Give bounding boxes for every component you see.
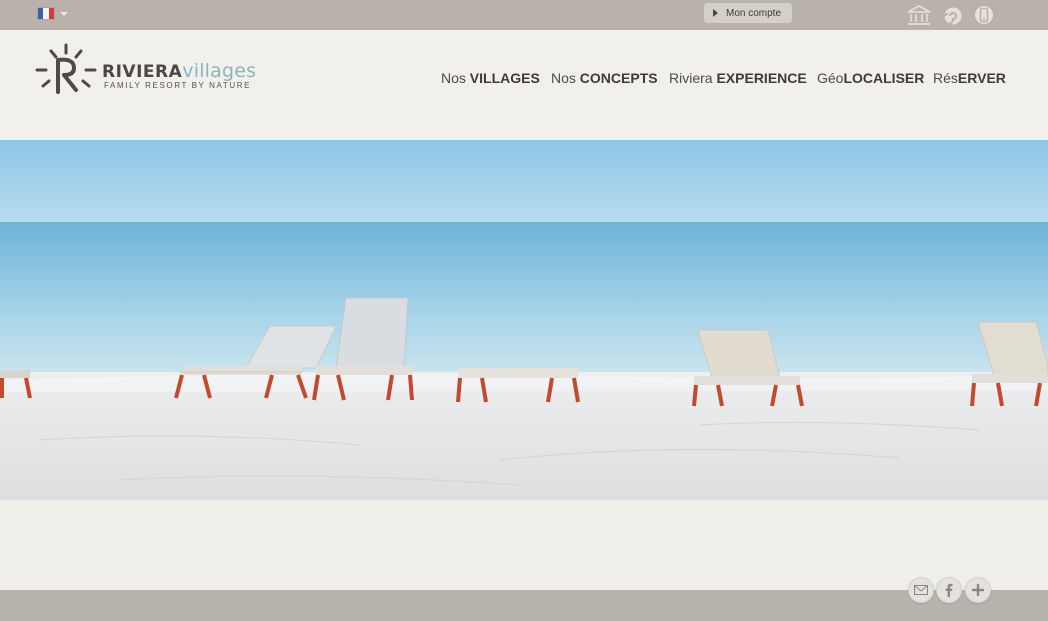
plus-icon: [972, 584, 984, 596]
mail-icon: [914, 585, 928, 595]
nav-bold: EXPERIENCE: [716, 70, 807, 86]
nav-bold: CONCEPTS: [579, 70, 658, 86]
institution-icon[interactable]: [906, 4, 932, 26]
mobile-icon[interactable]: [973, 3, 995, 27]
nav-prefix: Rés: [933, 70, 958, 86]
french-flag-icon: [38, 8, 54, 19]
site-footer: [0, 590, 1048, 621]
spiral-icon[interactable]: [942, 5, 964, 27]
account-button[interactable]: Mon compte: [704, 3, 792, 23]
account-button-label: Mon compte: [726, 7, 782, 19]
nav-localiser[interactable]: GéoLOCALISER: [817, 70, 924, 86]
brand-name-part1: RIVIERA: [102, 62, 183, 82]
nav-prefix: Riviera: [669, 70, 717, 86]
site-logo[interactable]: RIVIERAvillages FAMILY RESORT BY NATURE: [34, 42, 264, 98]
nav-bold: VILLAGES: [469, 70, 540, 86]
nav-prefix: Nos: [551, 70, 580, 86]
nav-villages[interactable]: Nos VILLAGES: [441, 70, 540, 86]
nav-bold: LOCALISER: [843, 70, 925, 86]
nav-bold: ERVER: [957, 70, 1006, 86]
hero-image: [0, 140, 1048, 500]
share-more-button[interactable]: [965, 577, 991, 603]
site-header: RIVIERAvillages FAMILY RESORT BY NATURE …: [0, 30, 1048, 140]
mail-button[interactable]: [908, 577, 934, 603]
nav-reserver[interactable]: RésERVER: [933, 70, 1006, 86]
nav-prefix: Nos: [441, 70, 470, 86]
nav-concepts[interactable]: Nos CONCEPTS: [551, 70, 658, 86]
nav-experience[interactable]: Riviera EXPERIENCE: [669, 70, 807, 86]
brand-name-part2: villages: [182, 60, 257, 82]
brand-tagline: FAMILY RESORT BY NATURE: [104, 81, 252, 90]
chevron-down-icon: [60, 12, 68, 16]
nav-prefix: Géo: [817, 70, 844, 86]
play-arrow-icon: [713, 9, 718, 17]
facebook-icon: [945, 583, 953, 597]
top-bar: Mon compte: [0, 0, 1048, 30]
sun-logo-icon: [35, 43, 97, 94]
beach-illustration: [0, 140, 1048, 500]
facebook-button[interactable]: [936, 577, 962, 603]
language-selector[interactable]: [38, 8, 68, 19]
brand-name: RIVIERAvillages: [102, 60, 256, 82]
